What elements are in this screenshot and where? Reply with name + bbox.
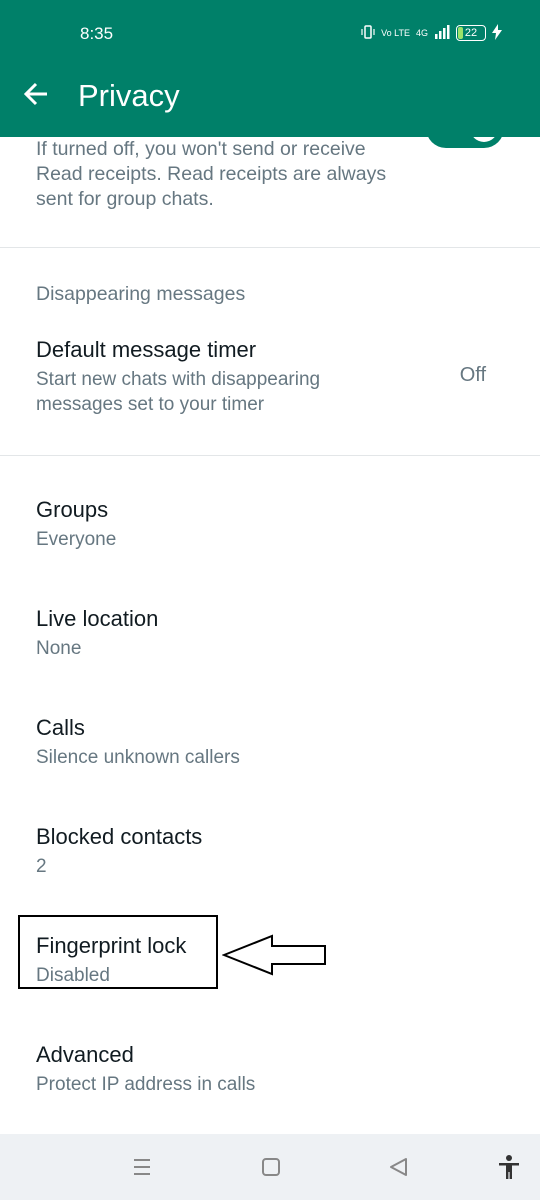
settings-item-groups[interactable]: Groups Everyone	[36, 496, 116, 552]
item-sub: Protect IP address in calls	[36, 1074, 256, 1095]
battery-level: 22	[464, 27, 478, 39]
item-sub: None	[36, 638, 82, 659]
menu-icon	[134, 1159, 150, 1175]
accessibility-button[interactable]	[494, 1152, 524, 1182]
network-type: 4G	[415, 27, 428, 38]
item-title: Live location	[36, 606, 159, 631]
settings-item-live-location[interactable]: Live location None	[36, 605, 158, 661]
app-bar: 8:35 Vo LTE 4G 22 Privacy	[0, 0, 540, 137]
default-message-timer-item[interactable]: Default message timer Start new chats wi…	[36, 336, 506, 417]
volte-label: Vo LTE	[381, 27, 410, 38]
default-timer-title: Default message timer	[36, 337, 257, 362]
settings-item-advanced[interactable]: Advanced Protect IP address in calls	[36, 1041, 255, 1097]
status-icons: Vo LTE 4G 22	[361, 22, 502, 44]
system-nav-bar	[0, 1134, 540, 1200]
back-button[interactable]	[22, 80, 50, 108]
divider	[0, 247, 540, 248]
home-icon	[262, 1158, 280, 1176]
default-timer-sub: Start new chats with disappearing messag…	[36, 369, 321, 415]
item-sub: Silence unknown callers	[36, 747, 240, 768]
signal-icon	[434, 24, 450, 42]
item-title: Groups	[36, 497, 109, 522]
annotation-highlight-box	[18, 915, 218, 989]
battery-icon: 22	[456, 25, 486, 41]
item-sub: Everyone	[36, 529, 117, 550]
page-title: Privacy	[78, 78, 180, 113]
read-receipts-description: If turned off, you won't send or receive…	[36, 138, 387, 210]
divider	[0, 455, 540, 456]
item-title: Calls	[36, 715, 85, 740]
vibrate-icon	[361, 24, 375, 42]
item-sub: 2	[36, 856, 47, 877]
status-time: 8:35	[80, 24, 114, 43]
back-triangle-icon	[390, 1158, 407, 1176]
accessibility-icon	[499, 1155, 519, 1179]
charging-icon	[492, 23, 502, 43]
annotation-arrow-icon	[222, 934, 326, 976]
item-title: Blocked contacts	[36, 824, 203, 849]
arrow-left-icon	[23, 82, 47, 106]
back-nav-button[interactable]	[384, 1152, 414, 1182]
settings-item-blocked-contacts[interactable]: Blocked contacts 2	[36, 823, 202, 879]
home-button[interactable]	[256, 1152, 286, 1182]
default-timer-value: Off	[459, 364, 486, 386]
settings-item-calls[interactable]: Calls Silence unknown callers	[36, 714, 240, 770]
item-title: Advanced	[36, 1042, 134, 1067]
recent-apps-button[interactable]	[127, 1152, 157, 1182]
section-title-disappearing: Disappearing messages	[36, 283, 246, 305]
